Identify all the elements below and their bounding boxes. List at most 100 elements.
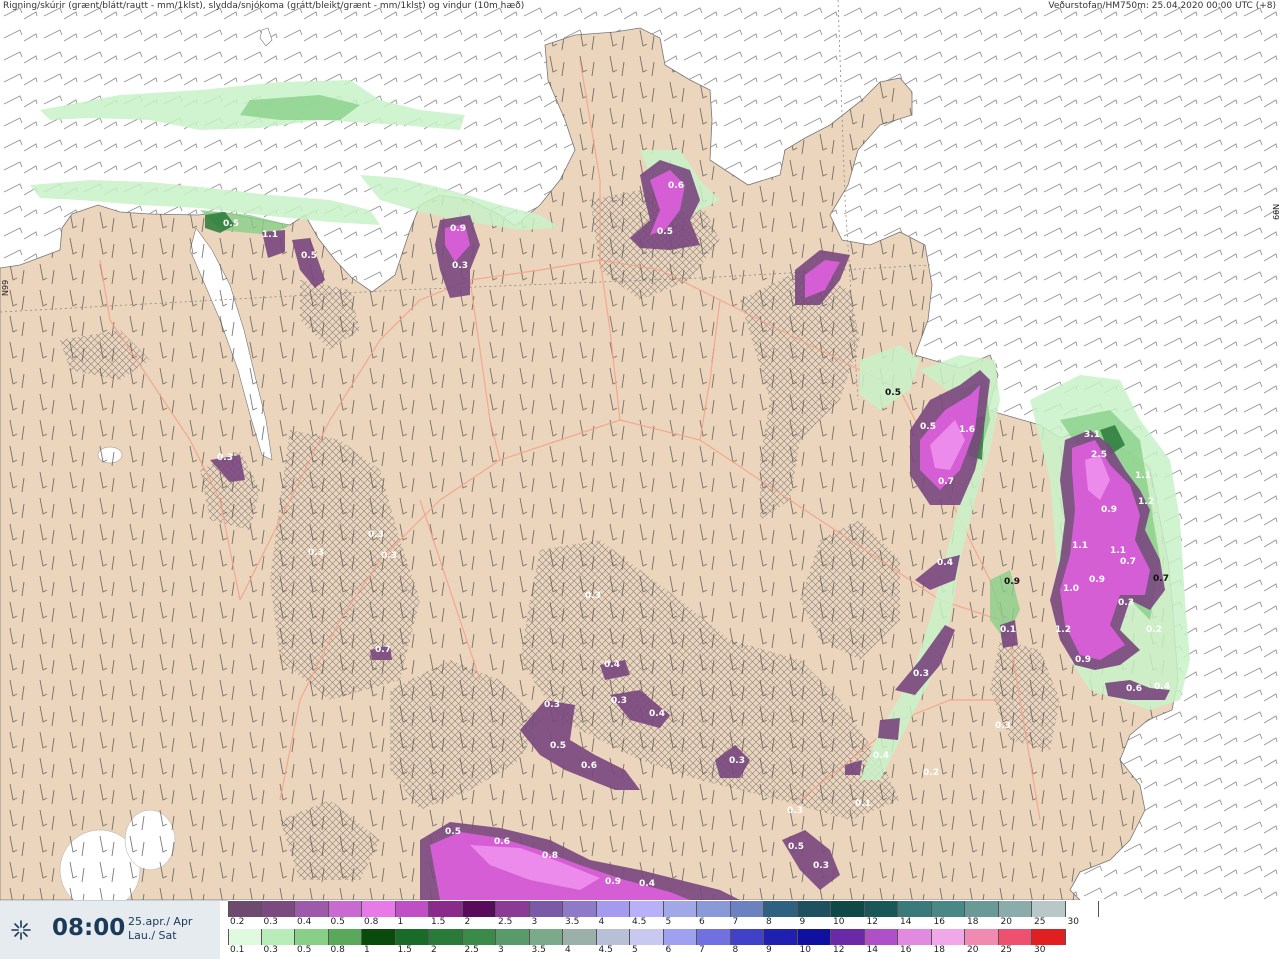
legend-swatch	[295, 901, 329, 917]
grid-label-west: N99	[1, 279, 10, 296]
legend-label: 30	[1034, 945, 1046, 955]
legend-swatch	[563, 901, 597, 917]
precip-value-label: 0.3	[381, 551, 397, 561]
legend-swatch	[429, 901, 463, 917]
legend-swatch	[1065, 901, 1099, 917]
legend-label: 18	[933, 945, 945, 955]
legend-label: 4	[565, 945, 571, 955]
precip-value-label: 0.1	[855, 799, 871, 809]
precip-value-label: 0.7	[1120, 557, 1136, 567]
legend-label: 20	[967, 945, 979, 955]
legend-label: 1	[364, 945, 370, 955]
legend-swatch	[998, 901, 1032, 917]
precip-value-label: 0.3	[729, 756, 745, 766]
forecast-date: 25.apr./ Apr Lau./ Sat	[128, 915, 192, 943]
forecast-date-line1: 25.apr./ Apr	[128, 915, 193, 928]
legend-swatch	[630, 929, 664, 945]
legend-swatch	[864, 901, 898, 917]
precip-value-label: 0.3	[913, 669, 929, 679]
precip-value-label: 0.4	[937, 558, 953, 568]
precip-value-label: 0.8	[542, 851, 558, 861]
legend-swatch	[261, 901, 295, 917]
precip-value-label: 0.4	[604, 660, 620, 670]
forecast-date-line2: Lau./ Sat	[128, 929, 177, 942]
legend-label: 3.5	[565, 917, 580, 927]
legend-label: 8	[766, 917, 772, 927]
legend-swatch	[261, 929, 295, 945]
precip-value-label: 1.2	[1055, 625, 1071, 635]
legend-swatch	[697, 901, 731, 917]
legend-label: 6	[699, 917, 705, 927]
legend-label: 16	[933, 917, 945, 927]
legend-label: 25	[1034, 917, 1046, 927]
legend-swatch	[462, 901, 496, 917]
legend-swatch	[697, 929, 731, 945]
legend-swatch	[730, 901, 764, 917]
legend-label: 4.5	[598, 945, 613, 955]
legend-swatch	[864, 929, 898, 945]
legend-swatch	[898, 901, 932, 917]
legend-swatch	[529, 901, 563, 917]
precip-value-label: 0.3	[308, 548, 324, 558]
precip-value-label: 1.1	[1135, 471, 1151, 481]
legend-swatch	[395, 901, 429, 917]
precip-value-label: 0.9	[1075, 655, 1091, 665]
map-title: Rigning/skúrir (grænt/blátt/rautt - mm/1…	[3, 1, 525, 11]
legend-label: 3	[498, 945, 504, 955]
precip-value-label: 0.3	[452, 261, 468, 271]
legend-swatch	[998, 929, 1032, 945]
precip-value-label: 0.4	[1154, 682, 1170, 692]
precip-value-label: 0.6	[494, 837, 510, 847]
legend-swatch	[328, 901, 362, 917]
precip-value-label: 1.1	[1110, 546, 1126, 556]
precip-value-label: 0.9	[1004, 577, 1020, 587]
precip-value-label: 0.5	[920, 422, 936, 432]
precip-legend: 0.2 0.3 0.4 0.5 0.8 1 1.5 2 2.5 3 3.5 4 4.5 5 6 7 8 9 10 12…	[228, 900, 1280, 958]
legend-label: 6	[665, 945, 672, 955]
precip-value-label: 0.9	[450, 224, 466, 234]
precip-value-label: 0.3	[611, 696, 627, 706]
legend-swatch	[462, 929, 496, 945]
precip-value-label: 0.6	[1126, 684, 1142, 694]
legend-swatch	[496, 929, 530, 945]
legend-label: 0.5	[330, 917, 345, 927]
precip-value-label: 0.3	[787, 806, 803, 816]
legend-label: 12	[866, 917, 878, 927]
legend-swatch	[663, 929, 697, 945]
precip-value-label: 0.9	[605, 877, 621, 887]
precip-value-label: 2.5	[1091, 450, 1107, 460]
precip-value-label: 0.4	[649, 709, 665, 719]
legend-label: 0.8	[364, 917, 379, 927]
precip-value-label: 0.5	[445, 827, 461, 837]
legend-label: 5	[665, 917, 672, 927]
precip-value-label: 1.0	[1063, 584, 1079, 594]
legend-label: 9	[799, 917, 806, 927]
legend-label: 10	[833, 917, 845, 927]
precip-value-label: 0.7	[375, 645, 391, 655]
legend-label: 0.8	[330, 945, 345, 955]
precip-value-label: 0.7	[938, 477, 954, 487]
precip-value-label: 1.1	[1072, 541, 1088, 551]
legend-label: 30	[1067, 917, 1079, 927]
legend-swatch	[295, 929, 329, 945]
precip-value-label: 0.3	[544, 700, 560, 710]
precip-value-label: 0.3	[813, 861, 829, 871]
legend-swatch	[1032, 929, 1066, 945]
legend-label: 2.5	[464, 945, 479, 955]
precip-value-label: 0.3	[217, 453, 233, 463]
legend-label: 9	[766, 945, 772, 955]
precip-value-label: 0.3	[585, 591, 601, 601]
legend-swatch	[831, 901, 865, 917]
forecast-time: 08:00	[52, 915, 126, 941]
precip-value-label: 0.3	[1118, 598, 1134, 608]
legend-label: 20	[1000, 917, 1012, 927]
legend-label: 10	[799, 945, 811, 955]
legend-label: 25	[1000, 945, 1012, 955]
legend-label: 0.3	[263, 917, 278, 927]
legend-label: 5	[632, 945, 638, 955]
legend-swatch	[429, 929, 463, 945]
legend-snow-bar	[228, 901, 1099, 917]
precip-value-label: 0.5	[223, 219, 239, 229]
snowflake-icon	[11, 920, 31, 940]
legend-label: 12	[833, 945, 845, 955]
